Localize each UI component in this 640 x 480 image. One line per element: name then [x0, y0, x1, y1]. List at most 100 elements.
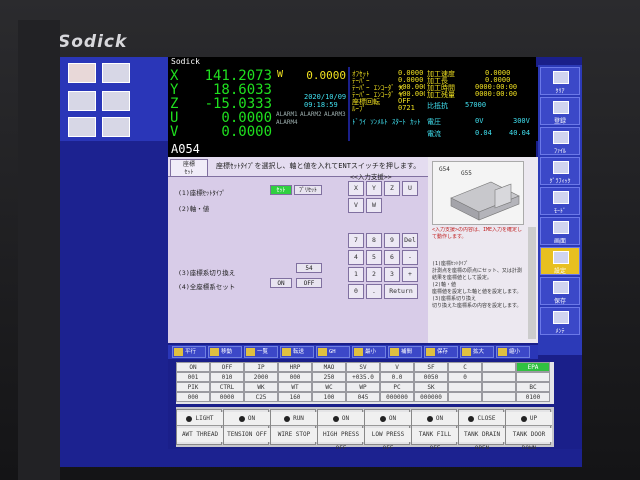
datetime-panel: 2020/10/09 09:18:59 ALARM1 ALARM2 ALARM3… [274, 91, 348, 141]
sidebar-btn-mode[interactable]: ﾓｰﾄﾞ [540, 187, 580, 215]
tab-coordinate-set[interactable]: 座標 ｾｯﾄ [170, 159, 208, 177]
bottom-toolbar: 平行 移動 一覧 転送 GH 最小 補間 保存 拡大 縮小 [168, 345, 538, 359]
keypad-key[interactable]: 3 [384, 267, 400, 282]
status-toggle-button[interactable]: ON TANK FILL OFF [411, 409, 458, 452]
book-icon[interactable] [68, 63, 96, 83]
condition-cell: +035.0 [346, 372, 380, 382]
pencil-icon[interactable] [102, 91, 130, 111]
toolbar-label: 転送 [293, 349, 305, 355]
condition-cell: 0000 [210, 392, 244, 402]
set-type-set-button[interactable]: ｾｯﾄ [270, 185, 292, 195]
keypad-key[interactable]: 2 [366, 267, 382, 282]
sidebar-btn-screen[interactable]: 画面 [540, 217, 580, 245]
sidebar-btn-graphic[interactable]: ｸﾞﾗﾌｨｯｸ [540, 157, 580, 185]
toggle-bottom-label: AWT THREAD [177, 428, 223, 442]
sidebar-btn-clear[interactable]: ｸﾘｱ [540, 67, 580, 95]
help-scrollbar[interactable] [528, 227, 536, 339]
workpiece-diagram: G54 G55 [432, 161, 524, 225]
status-toggle-button[interactable]: ON LOW PRESS OFF [364, 409, 411, 452]
axis-label: Y [170, 82, 179, 98]
status-toggle-button[interactable]: RUN WIRE STOP [270, 409, 317, 445]
toolbar-button[interactable]: 転送 [280, 346, 314, 358]
keypad-key[interactable]: . [366, 284, 382, 299]
toolbar-button[interactable]: 移動 [208, 346, 242, 358]
info-label: 加工残量 [427, 91, 455, 99]
status-toggle-button[interactable]: LIGHT AWT THREAD [176, 409, 223, 445]
current-max: 40.04 [509, 129, 531, 137]
toolbar-button[interactable]: 保存 [424, 346, 458, 358]
list-icon[interactable] [68, 117, 96, 137]
machine-icon[interactable] [102, 63, 130, 83]
all-set-on-button[interactable]: ON [270, 278, 292, 288]
keypad-key[interactable]: V [348, 198, 364, 213]
all-set-off-button[interactable]: OFF [296, 278, 322, 288]
status-toggle-button[interactable]: UP TANK DOOR DOWN [505, 409, 552, 452]
condition-cell: PC [380, 382, 414, 392]
window-title: Sodick [168, 57, 536, 67]
toolbar-button[interactable]: 拡大 [460, 346, 494, 358]
toolbar-icon [390, 348, 399, 356]
sidebar-btn-register[interactable]: 登録 [540, 97, 580, 125]
keypad-key[interactable]: Del [402, 233, 418, 248]
toolbar-button[interactable]: 縮小 [496, 346, 530, 358]
sidebar-btn-settings[interactable]: 設定 [540, 247, 580, 275]
keypad-key[interactable]: 8 [366, 233, 382, 248]
toggle-bottom-label: WIRE STOP [271, 428, 317, 442]
graphic-icon [553, 161, 569, 174]
keypad-key[interactable]: Return [384, 284, 418, 299]
toolbar-label: 平行 [185, 349, 197, 355]
toolbar-button[interactable]: 一覧 [244, 346, 278, 358]
w-axis-label: W [277, 69, 284, 80]
condition-cell [448, 382, 482, 392]
toolbar-button[interactable]: 平行 [172, 346, 206, 358]
toolbar-button[interactable]: GH [316, 346, 350, 358]
keypad-key[interactable]: W [366, 198, 382, 213]
sidebar-btn-maint[interactable]: ﾒﾝﾃ [540, 307, 580, 335]
indicator-led-icon [186, 415, 193, 422]
condition-cell: HRP [278, 362, 312, 372]
sidebar-btn-file[interactable]: ﾌｧｲﾙ [540, 127, 580, 155]
info-value: 0721 [398, 104, 415, 112]
keypad-key[interactable]: X [348, 181, 364, 196]
alarm-4: ALARM4 [276, 119, 298, 126]
keypad-key[interactable]: 9 [384, 233, 400, 248]
keypad-key[interactable]: - [402, 250, 418, 265]
code-icon[interactable] [68, 91, 96, 111]
toggle-top-label: UP [506, 412, 552, 426]
status-toggle-button[interactable]: ON HIGH PRESS OFF [317, 409, 364, 452]
condition-cell [482, 382, 516, 392]
status-toggle-button[interactable]: CLOSE TANK DRAIN OPEN [458, 409, 505, 452]
sidebar-label: 画面 [553, 238, 566, 245]
condition-cell: OFF [210, 362, 244, 372]
toolbar-icon [282, 348, 291, 356]
cnc-screen: Sodick X 141.2073 Y 18.6033 Z -15.0333 U… [60, 57, 582, 467]
keypad-key[interactable]: 0 [348, 284, 364, 299]
toolbar-button[interactable]: 最小 [352, 346, 386, 358]
sidebar-btn-save[interactable]: 保存 [540, 277, 580, 305]
condition-cell [448, 392, 482, 402]
toolbar-button[interactable]: 補間 [388, 346, 422, 358]
instruction-text: 座標ｾｯﾄﾀｲﾌﾟを選択し、軸と値を入れてENTスイッチを押します。 [216, 162, 421, 170]
save-icon [553, 281, 569, 294]
condition-cell: CTRL [210, 382, 244, 392]
keypad-key[interactable]: U [402, 181, 418, 196]
keypad-key[interactable]: 1 [348, 267, 364, 282]
condition-cell [516, 372, 550, 382]
keypad-key[interactable]: Y [366, 181, 382, 196]
indicator-led-icon [332, 415, 339, 422]
status-toggle-button[interactable]: ON TENSION OFF [223, 409, 270, 445]
current-min: 0.04 [475, 129, 492, 137]
set-type-preset-button[interactable]: ﾌﾟﾘｾｯﾄ [294, 185, 322, 195]
condition-cell: 2000 [244, 372, 278, 382]
settings-icon[interactable] [102, 117, 130, 137]
condition-cell: 0050 [414, 372, 448, 382]
keypad-key[interactable]: 4 [348, 250, 364, 265]
keypad-key[interactable]: Z [384, 181, 400, 196]
coordinate-system-field[interactable]: 54 [296, 263, 322, 273]
keypad-key[interactable]: 6 [384, 250, 400, 265]
axis-value: 0.0000 [221, 124, 272, 140]
keypad-key[interactable]: 7 [348, 233, 364, 248]
keypad-key[interactable]: 5 [366, 250, 382, 265]
keypad-key[interactable]: + [402, 267, 418, 282]
condition-cell: PIK [176, 382, 210, 392]
